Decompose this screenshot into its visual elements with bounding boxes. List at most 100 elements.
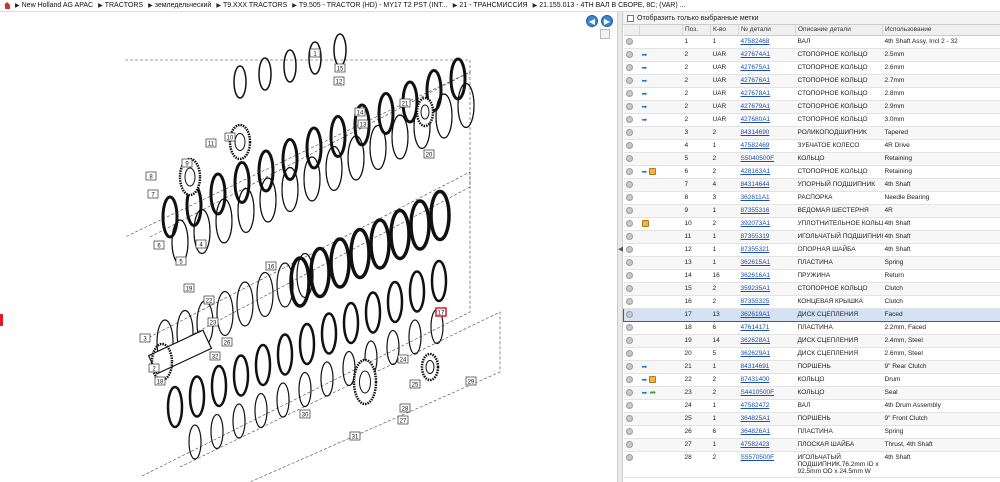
part-number-link[interactable]: 47582469 [741,142,770,149]
part-number-link[interactable]: 47582468 [741,38,770,45]
part-number-link[interactable]: 47614171 [741,324,770,331]
row-select-icon[interactable] [625,232,633,240]
row-select-icon[interactable] [625,258,633,266]
package-icon[interactable] [641,219,649,227]
row-select-icon[interactable] [625,323,633,331]
row-select-icon[interactable] [625,115,633,123]
home-icon[interactable] [4,2,11,9]
table-row[interactable]: ➥ 6 2 428163A1 СТОПОРНОЕ КОЛЬЦО Retaining [623,165,1000,179]
breadcrumb-item[interactable]: ▶ 21 - ТРАНСМИССИЯ [453,2,528,9]
replace-arrow-icon[interactable]: ➥ [642,389,648,397]
replace-arrow-icon[interactable]: ➥ [642,51,648,59]
table-row[interactable]: 24 1 47582472 ВАЛ 4th Drum Assembly [623,399,1000,413]
table-row[interactable]: 14 16 362616A1 ПРУЖИНА Return [623,269,1000,283]
green-arrow-icon[interactable]: ➦ [649,388,656,397]
table-row[interactable]: 25 1 364825A1 ПОРШЕНЬ 9" Front Clutch [623,412,1000,426]
replace-arrow-icon[interactable]: ➥ [642,363,648,371]
table-row[interactable]: 13 1 362615A1 ПЛАСТИНА Spring [623,256,1000,270]
row-select-icon[interactable] [625,37,633,45]
col-part[interactable]: № детали [738,25,796,36]
replace-arrow-icon[interactable]: ➥ [642,376,648,384]
row-select-icon[interactable] [625,102,633,110]
part-number-link[interactable]: 362615A1 [741,259,771,266]
row-select-icon[interactable] [625,388,633,396]
part-number-link[interactable]: 427680A1 [741,116,771,123]
table-row[interactable]: ➥ 2 UAR 427680A1 СТОПОРНОЕ КОЛЬЦО 3.0mm [623,113,1000,127]
row-select-icon[interactable] [625,193,633,201]
breadcrumb-item[interactable]: ▶ TRACTORS [98,2,143,9]
table-row[interactable]: 20 5 362629A1 ДИСК СЦЕПЛЕНИЯ 2.6mm, Steel [623,347,1000,361]
part-number-link[interactable]: 362629A1 [741,350,771,357]
breadcrumb-item[interactable]: ▶ земледельческий [148,2,211,9]
part-number-link[interactable]: S5570500F [741,454,775,461]
table-row[interactable]: 8 3 362611A1 РАСПОРКА Needle Bearing [623,191,1000,205]
part-number-link[interactable]: 47582472 [741,402,770,409]
table-row[interactable]: 9 1 87355316 ВЕДОМАЯ ШЕСТЕРНЯ 4R [623,204,1000,218]
row-select-icon[interactable] [625,375,633,383]
table-row[interactable]: ➥ ➦ 23 2 S4410500F КОЛЬЦО Seal [623,386,1000,400]
table-row[interactable]: ➥ 21 1 84314691 ПОРШЕНЬ 9" Rear Clutch [623,360,1000,374]
row-select-icon[interactable] [625,219,633,227]
part-number-link[interactable]: 428163A1 [741,168,771,175]
part-number-link[interactable]: S4410500F [741,389,775,396]
table-row[interactable]: 28 2 S5570500F ИГОЛЬЧАТЫЙ ПОДШИПНИК,76.2mm … [623,451,1000,478]
breadcrumb-item[interactable]: ▶ New Holland AG APAC [15,2,93,9]
col-qty[interactable]: К-во [710,25,739,36]
exploded-diagram[interactable]: 1151413122120111098765432181719162223262… [0,12,617,482]
table-row[interactable]: 11 1 87355319 ИГОЛЬЧАТЫЙ ПОДШИПНИК 4th Shaft [623,230,1000,244]
part-number-link[interactable]: 47582423 [741,441,770,448]
col-use[interactable]: Использование [882,25,1000,36]
table-row[interactable]: 7 4 84314644 УПОРНЫЙ ПОДШИПНИК 4th Shaft [623,178,1000,192]
part-number-link[interactable]: 427678A1 [741,90,771,97]
part-number-link[interactable]: 87355321 [741,246,770,253]
part-number-link[interactable]: 87355316 [741,207,770,214]
table-row[interactable]: 27 1 47582423 ПЛОСКАЯ ШАЙБА Thrust, 4th Shaf… [623,438,1000,452]
table-row[interactable]: 16 2 87355325 КОНЦЕВАЯ КРЫШКА Clutch [623,295,1000,309]
replace-arrow-icon[interactable]: ➥ [642,64,648,72]
replace-arrow-icon[interactable]: ➥ [642,77,648,85]
part-number-link[interactable]: 392073A1 [741,220,771,227]
package-icon[interactable] [649,376,657,383]
part-number-link[interactable]: 364825A1 [741,415,771,422]
replace-arrow-icon[interactable]: ➥ [642,168,648,176]
row-select-icon[interactable] [625,401,633,409]
replace-arrow-icon[interactable]: ➥ [642,103,648,111]
table-row[interactable]: 10 2 392073A1 УПЛОТНИТЕЛЬНОЕ КОЛЬЦ 4th Shaft [623,217,1000,231]
breadcrumb-item[interactable]: ▶ 21.155.013 - 4TH ВАЛ В СБОРЕ, 8C; (VAR)… [533,2,686,9]
table-row[interactable]: 12 1 87355321 ОПОРНАЯ ШАЙБА 4th Shaft [623,243,1000,257]
row-select-icon[interactable] [625,63,633,71]
breadcrumb-item[interactable]: ▶ T9.505 - TRACTOR (HD) - MY17 T2 PST (IN… [292,2,447,9]
row-select-icon[interactable] [625,167,633,175]
col-pos[interactable]: Поз. [682,25,711,36]
table-row[interactable]: 1 1 47582468 ВАЛ 4th Shaft Assy, Incl 2 - 32 [623,35,1000,49]
part-number-link[interactable]: 87355319 [741,233,770,240]
part-number-link[interactable]: 362616A1 [741,272,771,279]
part-number-link[interactable]: 84314644 [741,181,770,188]
row-select-icon[interactable] [625,245,633,253]
table-row[interactable]: 4 1 47582469 ЗУБЧАТОЕ КОЛЕСО 4R Drive [623,139,1000,153]
part-number-link[interactable]: 362619A1 [741,311,771,318]
row-select-icon[interactable] [625,50,633,58]
row-select-icon[interactable] [625,427,633,435]
part-number-link[interactable]: 87355325 [741,298,770,305]
row-select-icon[interactable] [625,128,633,136]
part-number-link[interactable]: 364826A1 [741,428,771,435]
table-row[interactable]: ➥ 2 UAR 427675A1 СТОПОРНОЕ КОЛЬЦО 2.6mm [623,61,1000,75]
col-desc[interactable]: Описание детали [795,25,883,36]
replace-arrow-icon[interactable]: ➥ [642,116,648,124]
part-number-link[interactable]: 84314691 [741,363,770,370]
row-select-icon[interactable] [625,271,633,279]
package-icon[interactable] [649,168,657,175]
table-row[interactable]: 5 2 S5040500F КОЛЬЦО Retaining [623,152,1000,166]
table-row[interactable]: 15 2 359235A1 СТОПОРНОЕ КОЛЬЦО Clutch [623,282,1000,296]
table-row[interactable]: ➥ 22 2 87431400 КОЛЬЦО Drum [623,373,1000,387]
table-row[interactable]: 3 2 84314690 РОЛИКОПОДШИПНИК Tapered [623,126,1000,140]
part-number-link[interactable]: 362628A1 [741,337,771,344]
table-row[interactable]: ➥ 2 UAR 427674A1 СТОПОРНОЕ КОЛЬЦО 2.5mm [623,48,1000,62]
row-select-icon[interactable] [625,349,633,357]
part-number-link[interactable]: S5040500F [741,155,775,162]
row-select-icon[interactable] [625,284,633,292]
row-select-icon[interactable] [625,206,633,214]
row-select-icon[interactable] [625,440,633,448]
part-number-link[interactable]: 359235A1 [741,285,771,292]
